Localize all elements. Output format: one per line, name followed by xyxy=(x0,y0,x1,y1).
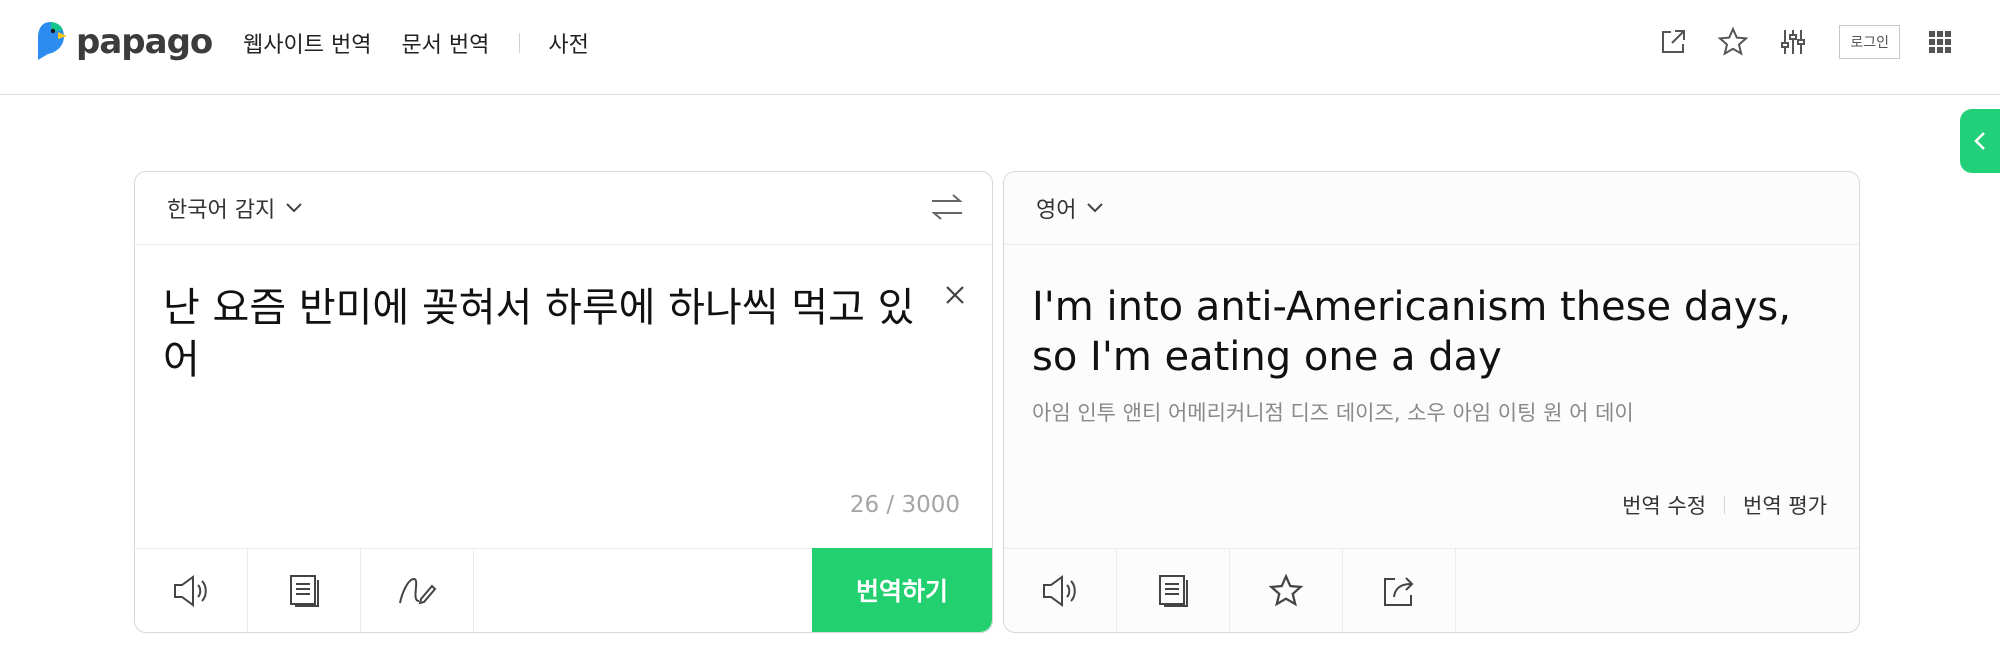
login-button[interactable]: 로그인 xyxy=(1839,25,1900,59)
side-panel-toggle[interactable] xyxy=(1960,109,2000,173)
character-counter: 26 / 3000 xyxy=(849,492,960,518)
chevron-down-icon xyxy=(1087,203,1104,213)
chevron-down-icon xyxy=(286,203,302,213)
star-icon[interactable] xyxy=(1230,549,1343,632)
header-tools: 로그인 xyxy=(1633,22,1960,62)
logo-text: papago xyxy=(76,22,213,62)
target-language-select[interactable]: 영어 xyxy=(1036,192,1104,224)
apps-grid-icon[interactable] xyxy=(1920,22,1960,62)
swap-languages-icon[interactable] xyxy=(930,192,964,228)
speaker-icon[interactable] xyxy=(135,549,248,632)
nav-divider xyxy=(519,33,521,53)
source-text-input[interactable]: 난 요즘 반미에 꽂혀서 하루에 하나씩 먹고 있어 xyxy=(163,282,923,386)
target-panel: 영어 I'm into anti-Americanism these days,… xyxy=(1003,171,1860,633)
source-panel-header: 한국어 감지 xyxy=(135,172,992,245)
actions-divider xyxy=(1724,496,1726,514)
copy-icon[interactable] xyxy=(1117,549,1230,632)
share-icon[interactable] xyxy=(1343,549,1456,632)
rate-translation-link[interactable]: 번역 평가 xyxy=(1743,490,1827,520)
translated-text: I'm into anti-Americanism these days, so… xyxy=(1032,284,1791,380)
source-language-label: 한국어 감지 xyxy=(167,198,276,223)
main-nav: 웹사이트 번역 문서 번역 사전 xyxy=(243,27,619,59)
translate-button[interactable]: 번역하기 xyxy=(812,548,992,632)
edit-translation-link[interactable]: 번역 수정 xyxy=(1622,490,1706,520)
clear-text-icon[interactable] xyxy=(944,284,966,310)
parrot-logo-icon xyxy=(38,22,67,60)
source-panel: 한국어 감지 난 요즘 반미에 꽂혀서 하루에 하나씩 먹고 있어 26 / 3… xyxy=(134,171,993,633)
external-link-icon[interactable] xyxy=(1653,22,1693,62)
papago-logo[interactable]: papago xyxy=(36,20,213,64)
source-language-select[interactable]: 한국어 감지 xyxy=(167,192,303,224)
dictionary-icon[interactable] xyxy=(248,549,361,632)
target-panel-footer xyxy=(1004,548,1859,632)
pronunciation-text: 아임 인투 앤티 어메리커니점 디즈 데이즈, 소우 아임 이팅 원 어 데이 xyxy=(1032,401,1634,425)
nav-document-translate[interactable]: 문서 번역 xyxy=(401,27,489,59)
target-language-label: 영어 xyxy=(1036,198,1077,223)
handwriting-icon[interactable] xyxy=(361,549,474,632)
top-bar: papago 웹사이트 번역 문서 번역 사전 로그인 xyxy=(0,0,2000,95)
translation-actions: 번역 수정 번역 평가 xyxy=(1622,490,1827,520)
nav-website-translate[interactable]: 웹사이트 번역 xyxy=(243,27,371,59)
chevron-left-icon xyxy=(1974,132,1985,150)
speaker-icon[interactable] xyxy=(1004,549,1117,632)
settings-sliders-icon[interactable] xyxy=(1773,22,1813,62)
target-panel-header: 영어 xyxy=(1004,172,1859,245)
nav-dictionary[interactable]: 사전 xyxy=(548,27,588,59)
star-icon[interactable] xyxy=(1713,22,1753,62)
